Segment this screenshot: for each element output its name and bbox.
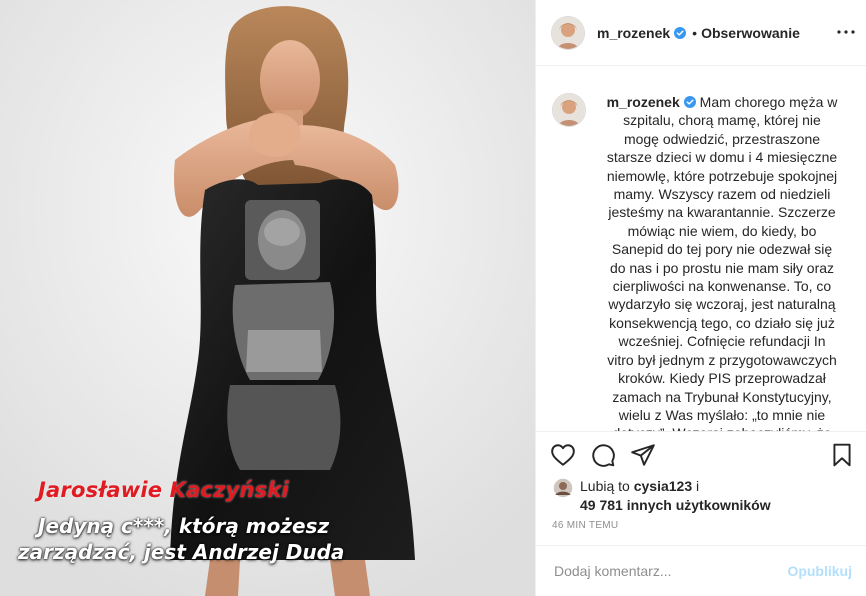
avatar[interactable]: [551, 15, 585, 50]
bookmark-icon[interactable]: [829, 442, 855, 468]
overlay-title: Jarosławie Kaczyński: [38, 478, 289, 502]
likes-section: Lubią to cysia123 i 49 781 innych użytko…: [552, 477, 852, 515]
likes-count-link[interactable]: 49 781 innych użytkowników: [580, 497, 771, 513]
post-timestamp[interactable]: 46 MIN TEMU: [552, 520, 618, 531]
liker-avatars[interactable]: [552, 477, 576, 499]
header-separator: •: [692, 24, 698, 41]
likes-text: Lubią to cysia123 i 49 781 innych użytko…: [580, 477, 771, 515]
overlay-line-2: zarządzać, jest Andrzej Duda: [18, 540, 345, 564]
likes-row: Lubią to cysia123 i 49 781 innych użytko…: [552, 477, 852, 515]
caption-avatar[interactable]: [552, 93, 586, 127]
comment-icon[interactable]: [590, 442, 616, 468]
caption-row: m_rozenek Mam chorego męża w szpitalu, c…: [536, 67, 866, 431]
heart-icon[interactable]: [550, 442, 576, 468]
woman-in-dress-illustration: [0, 0, 535, 596]
liker-username[interactable]: cysia123: [634, 478, 692, 494]
likes-joiner: i: [696, 478, 700, 494]
header-username[interactable]: m_rozenek: [597, 25, 670, 41]
post-header: m_rozenek • Obserwowanie: [536, 0, 866, 66]
verified-badge-icon: [683, 96, 696, 108]
caption-text: m_rozenek Mam chorego męża w szpitalu, c…: [604, 93, 840, 431]
following-button[interactable]: Obserwowanie: [701, 25, 800, 41]
action-bar: [536, 431, 866, 477]
comment-box: Opublikuj: [536, 545, 866, 596]
publish-button[interactable]: Opublikuj: [787, 563, 852, 579]
caption-body: Mam chorego męża w szpitalu, chorą mamę,…: [606, 94, 838, 431]
post-side-panel: m_rozenek • Obserwowanie m_rozenek Mam c…: [535, 0, 866, 596]
verified-badge-icon: [674, 26, 687, 39]
share-icon[interactable]: [630, 442, 656, 468]
caption-username[interactable]: m_rozenek: [607, 94, 680, 110]
overlay-line-1: Jedyną c***, którą możesz: [38, 514, 330, 538]
post-photo[interactable]: Jarosławie Kaczyński Jedyną c***, którą …: [0, 0, 535, 596]
likes-prefix: Lubią to: [580, 478, 630, 494]
instagram-post: Jarosławie Kaczyński Jedyną c***, którą …: [0, 0, 866, 596]
more-options-button[interactable]: [834, 22, 858, 42]
more-icon: [837, 30, 855, 34]
caption-area[interactable]: m_rozenek Mam chorego męża w szpitalu, c…: [536, 67, 866, 431]
comment-input[interactable]: [552, 562, 788, 580]
